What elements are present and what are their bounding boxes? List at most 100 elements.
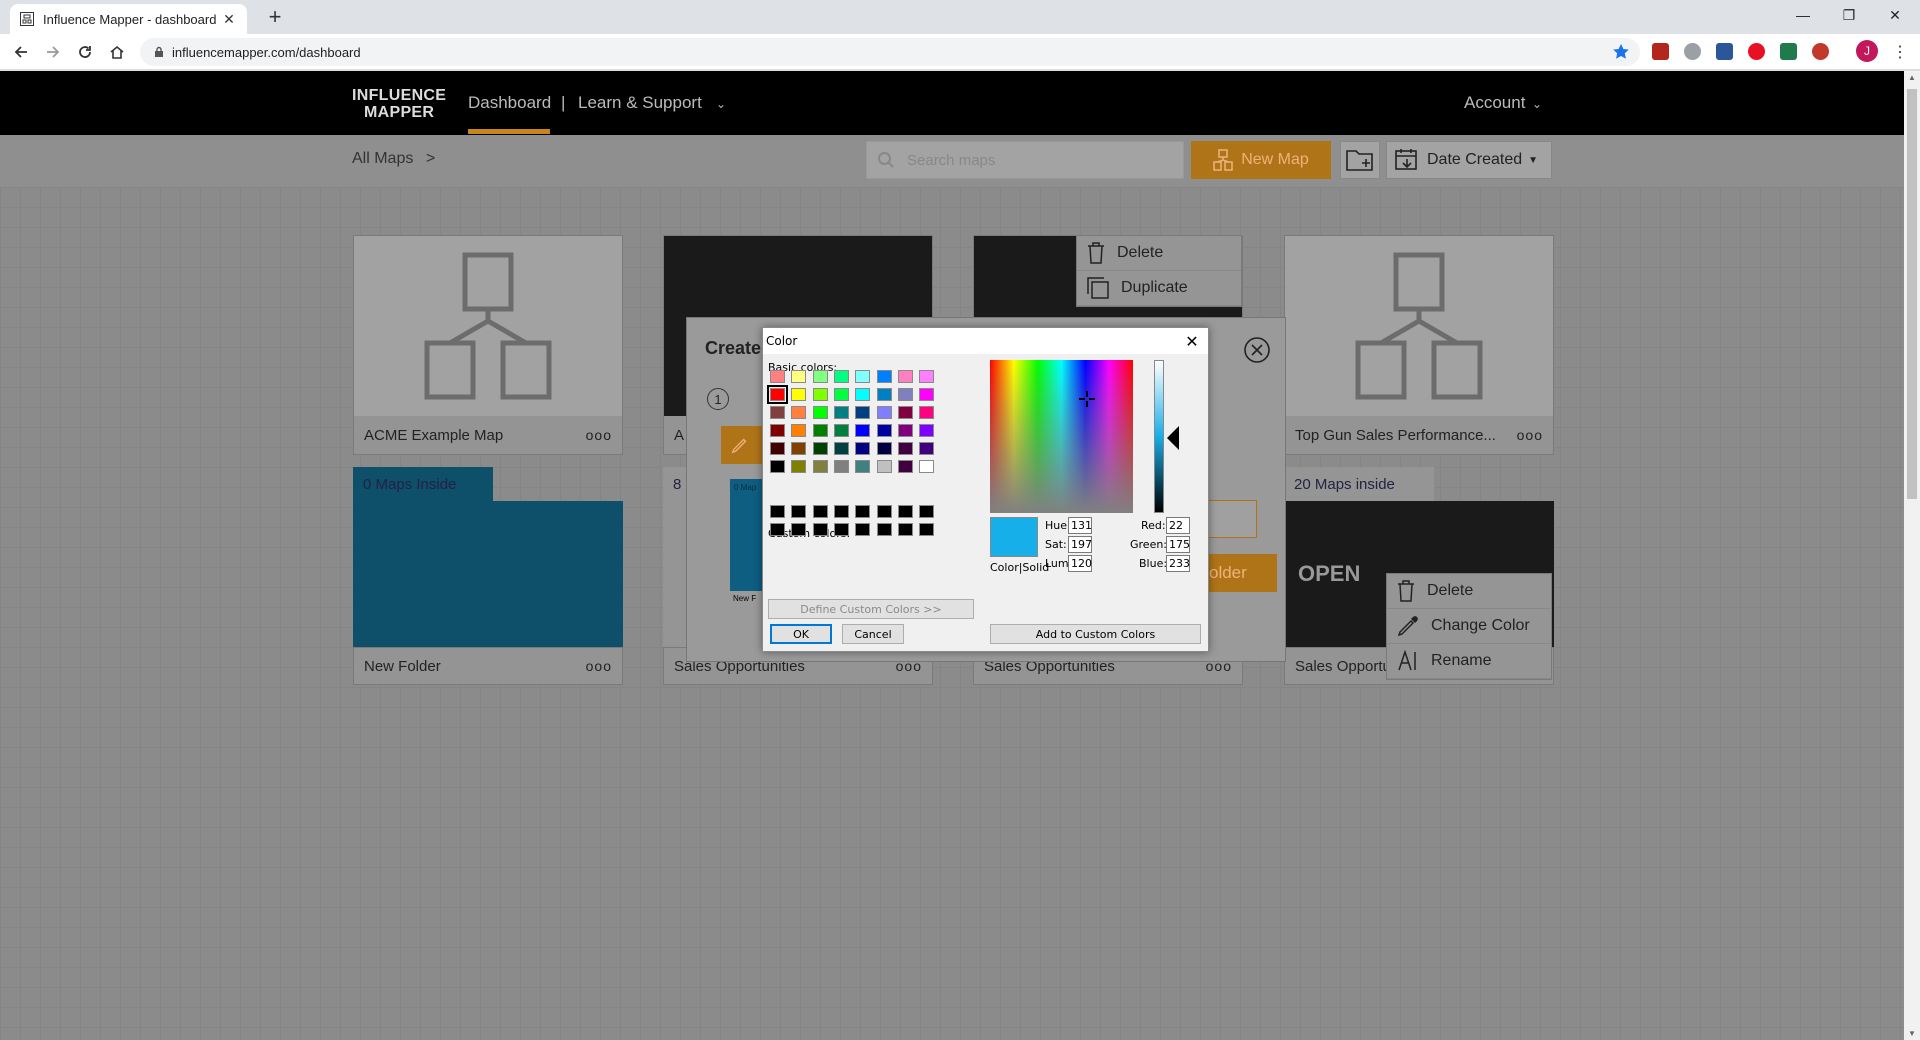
url-field[interactable]: influencemapper.com/dashboard xyxy=(140,38,1640,66)
ok-button[interactable]: OK xyxy=(770,624,832,644)
home-icon[interactable] xyxy=(105,40,129,64)
custom-color-swatch[interactable] xyxy=(791,523,807,536)
scroll-down-icon[interactable]: ▼ xyxy=(1908,1029,1916,1038)
bookmark-star-icon[interactable] xyxy=(1612,43,1630,61)
lum-field[interactable]: 120 xyxy=(1068,555,1092,572)
account-chevron-icon[interactable]: ⌄ xyxy=(1532,97,1542,111)
basic-color-swatch[interactable] xyxy=(897,370,913,383)
custom-color-swatch[interactable] xyxy=(919,505,935,518)
menu-item-rename[interactable]: Rename xyxy=(1387,644,1551,679)
sort-dropdown[interactable]: Date Created ▼ xyxy=(1386,141,1552,179)
breadcrumb-all-maps[interactable]: All Maps xyxy=(352,150,413,167)
basic-color-swatch[interactable] xyxy=(812,370,828,383)
basic-color-swatch[interactable] xyxy=(855,370,871,383)
basic-color-swatch[interactable] xyxy=(812,442,828,455)
folder-card[interactable]: 0 Maps Inside New Folder ooo xyxy=(353,467,623,685)
extension-icon[interactable] xyxy=(1684,43,1701,60)
custom-color-swatch[interactable] xyxy=(919,523,935,536)
basic-color-swatch[interactable] xyxy=(770,424,785,437)
basic-color-swatch[interactable] xyxy=(897,424,913,437)
basic-color-swatch[interactable] xyxy=(919,424,935,437)
basic-color-swatch[interactable] xyxy=(876,424,892,437)
basic-color-swatch[interactable] xyxy=(919,442,935,455)
basic-color-swatch[interactable] xyxy=(791,424,807,437)
menu-item-duplicate[interactable]: Duplicate xyxy=(1077,271,1241,306)
nav-learn-support[interactable]: Learn & Support xyxy=(578,93,702,113)
chevron-down-icon[interactable]: ⌄ xyxy=(716,97,726,111)
custom-color-swatch[interactable] xyxy=(855,505,871,518)
basic-color-swatch[interactable] xyxy=(919,388,935,401)
basic-color-swatch[interactable] xyxy=(833,370,849,383)
scrollbar-thumb[interactable] xyxy=(1907,89,1917,499)
custom-color-swatch[interactable] xyxy=(833,523,849,536)
menu-item-change-color[interactable]: Change Color xyxy=(1387,609,1551,644)
hue-field[interactable]: 131 xyxy=(1068,517,1092,534)
custom-color-swatch[interactable] xyxy=(812,523,828,536)
basic-color-swatch[interactable] xyxy=(812,424,828,437)
basic-color-swatch[interactable] xyxy=(812,388,828,401)
word-extension-icon[interactable] xyxy=(1716,43,1733,60)
more-options-icon[interactable]: ooo xyxy=(586,427,612,443)
close-window-icon[interactable]: ✕ xyxy=(1872,0,1918,30)
custom-color-swatch[interactable] xyxy=(897,523,913,536)
breadcrumb[interactable]: All Maps > xyxy=(352,150,435,168)
basic-color-swatch[interactable] xyxy=(855,424,871,437)
basic-color-swatch[interactable] xyxy=(833,442,849,455)
more-options-icon[interactable]: ooo xyxy=(1517,427,1543,443)
basic-color-swatch[interactable] xyxy=(919,406,935,419)
basic-color-swatch[interactable] xyxy=(833,388,849,401)
create-folder-button[interactable]: older xyxy=(1207,554,1277,592)
basic-color-swatch[interactable] xyxy=(919,460,935,473)
cancel-button[interactable]: Cancel xyxy=(842,624,904,644)
basic-color-swatch[interactable] xyxy=(876,442,892,455)
basic-color-swatch[interactable] xyxy=(791,388,807,401)
basic-color-swatch[interactable] xyxy=(919,370,935,383)
basic-color-swatch[interactable] xyxy=(833,460,849,473)
basic-color-swatch[interactable] xyxy=(833,406,849,419)
folder-name-field[interactable] xyxy=(1207,500,1257,538)
add-to-custom-colors-button[interactable]: Add to Custom Colors xyxy=(990,624,1201,644)
luminosity-slider[interactable] xyxy=(1154,360,1164,513)
custom-color-swatch[interactable] xyxy=(770,505,785,518)
red-extension-icon[interactable] xyxy=(1812,43,1829,60)
green-field[interactable]: 175 xyxy=(1166,536,1190,553)
basic-color-swatch[interactable] xyxy=(876,406,892,419)
custom-color-swatch[interactable] xyxy=(855,523,871,536)
new-folder-button[interactable] xyxy=(1340,141,1380,179)
map-card[interactable]: ACME Example Map ooo xyxy=(353,235,623,455)
custom-color-swatch[interactable] xyxy=(812,505,828,518)
map-card[interactable]: Top Gun Sales Performance... ooo xyxy=(1284,235,1554,455)
red-field[interactable]: 22 xyxy=(1166,517,1190,534)
custom-color-swatch[interactable] xyxy=(897,505,913,518)
basic-color-swatch[interactable] xyxy=(897,442,913,455)
basic-color-swatch[interactable] xyxy=(767,385,788,404)
color-spectrum[interactable] xyxy=(990,360,1133,513)
luminosity-arrow-icon[interactable] xyxy=(1167,426,1179,450)
menu-item-delete[interactable]: Delete xyxy=(1077,236,1241,271)
sat-field[interactable]: 197 xyxy=(1068,536,1092,553)
basic-color-swatch[interactable] xyxy=(791,370,807,383)
basic-color-swatch[interactable] xyxy=(897,388,913,401)
new-tab-icon[interactable]: + xyxy=(262,6,288,28)
profile-avatar[interactable]: J xyxy=(1856,40,1878,62)
basic-color-swatch[interactable] xyxy=(770,406,785,419)
basic-color-swatch[interactable] xyxy=(791,406,807,419)
opera-extension-icon[interactable] xyxy=(1748,43,1765,60)
basic-color-swatch[interactable] xyxy=(812,406,828,419)
basic-color-swatch[interactable] xyxy=(876,370,892,383)
custom-color-swatch[interactable] xyxy=(791,505,807,518)
basic-color-swatch[interactable] xyxy=(855,460,871,473)
s-extension-icon[interactable] xyxy=(1780,43,1797,60)
more-options-icon[interactable]: ooo xyxy=(586,658,612,674)
basic-color-swatch[interactable] xyxy=(876,460,892,473)
reload-icon[interactable] xyxy=(73,40,97,64)
account-menu[interactable]: Account xyxy=(1464,93,1525,113)
search-input[interactable]: Search maps xyxy=(866,141,1184,179)
basic-color-swatch[interactable] xyxy=(812,460,828,473)
close-tab-icon[interactable]: ✕ xyxy=(221,11,237,28)
restore-icon[interactable]: ❐ xyxy=(1826,0,1872,30)
basic-color-swatch[interactable] xyxy=(833,424,849,437)
back-icon[interactable] xyxy=(9,40,33,64)
pdf-extension-icon[interactable] xyxy=(1652,43,1669,60)
forward-icon[interactable] xyxy=(41,40,65,64)
